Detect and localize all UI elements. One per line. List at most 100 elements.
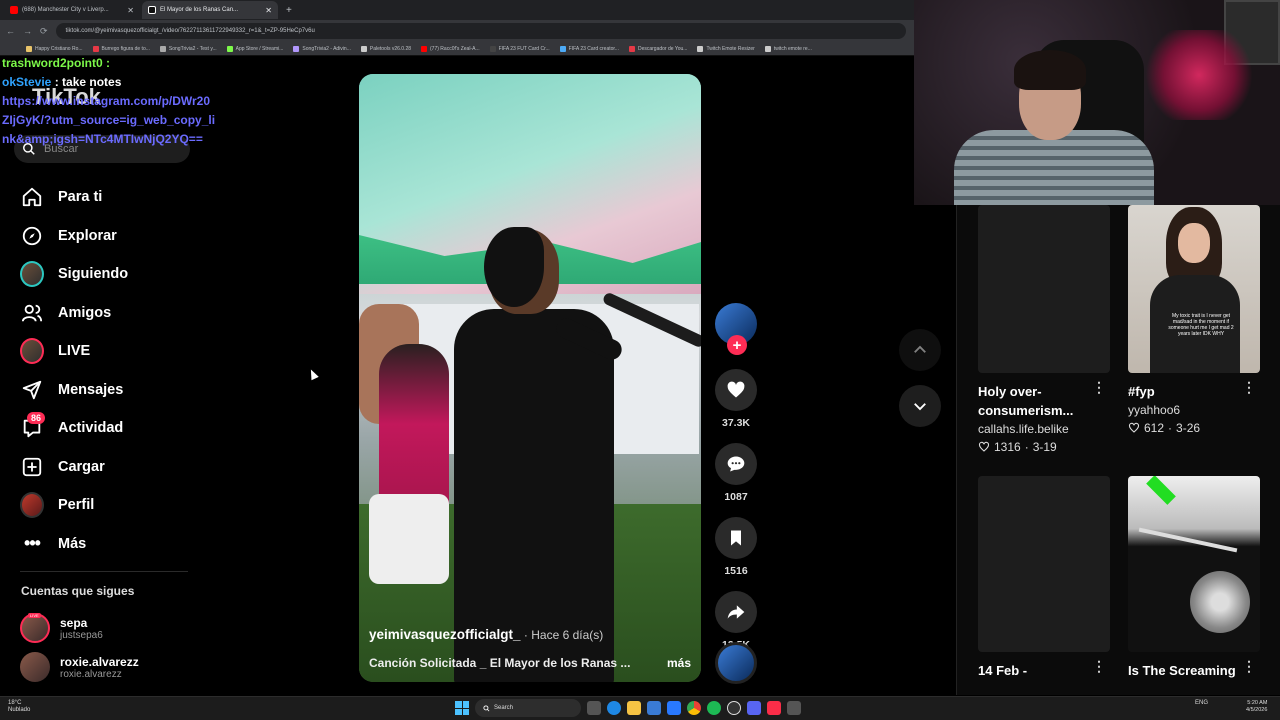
video-username[interactable]: yeimivasquezofficialgt_ (369, 627, 521, 642)
store-icon[interactable] (647, 701, 661, 715)
kebab-menu-icon[interactable]: ⋮ (1092, 658, 1106, 675)
video-thumbnail[interactable] (978, 476, 1110, 652)
previous-video-button[interactable] (899, 329, 941, 371)
app-icon[interactable] (787, 701, 801, 715)
close-icon[interactable]: ✕ (127, 6, 134, 15)
video-card[interactable]: ⋮ Is The Screaming (1128, 476, 1260, 680)
like-button[interactable] (715, 369, 757, 411)
share-button[interactable] (715, 591, 757, 633)
card-user[interactable]: yyahhoo6 (1128, 403, 1260, 417)
weather-widget[interactable]: 18°C Nublado (8, 700, 30, 714)
bookmark-item[interactable]: (77) Racc0f's Zeal-A... (421, 45, 480, 52)
sidebar-item-amigos[interactable]: Amigos (20, 294, 200, 333)
mail-icon[interactable] (667, 701, 681, 715)
new-tab-icon[interactable]: + (280, 5, 298, 16)
sidebar-item-cargar[interactable]: Cargar (20, 448, 200, 487)
account-name: roxie.alvarezz (60, 654, 139, 669)
video-thumbnail[interactable]: My toxic trait is I never get mad/sad in… (1128, 205, 1260, 373)
sidebar-item-para-ti[interactable]: Para ti (20, 178, 200, 217)
bookmark-item[interactable]: Paletools v26.0.28 (360, 45, 411, 52)
creator-avatar[interactable]: + (715, 303, 757, 355)
bookmark-favicon-icon (92, 45, 99, 52)
url-field[interactable]: tiktok.com/@yeimivasquezofficialgt_/vide… (55, 23, 906, 39)
like-count: 37.3K (721, 417, 751, 429)
video-actions: + 37.3K 1087 1516 13.5K (715, 303, 757, 665)
forward-icon[interactable]: → (23, 26, 32, 36)
taskbar-clock[interactable]: 5:20 AM 4/5/2026 (1246, 700, 1267, 714)
video-description: Canción Solicitada _ El Mayor de los Ran… (369, 656, 631, 670)
sidebar-item-mensajes[interactable]: Mensajes (20, 371, 200, 410)
sidebar-item-siguiendo[interactable]: Siguiendo (20, 255, 200, 294)
browser-tab-active[interactable]: El Mayor de los Ranas Can... ✕ (142, 1, 278, 19)
card-user[interactable]: callahs.life.belike (978, 422, 1110, 436)
card-likes: 1316 (994, 440, 1021, 454)
chat-username: trashword2point0 : (2, 56, 111, 70)
sidebar-item-perfil[interactable]: Perfil (20, 486, 200, 525)
music-disc[interactable] (715, 642, 757, 684)
close-icon[interactable]: ✕ (265, 6, 272, 15)
chevron-up-icon (914, 345, 926, 353)
bookmark-label: SongTrivia2 - Adivin... (302, 45, 351, 52)
screen: (688) Manchester City v Liverp... ✕ El M… (0, 0, 1280, 720)
music-app-icon[interactable] (767, 701, 781, 715)
card-meta: 1316 · 3-19 (978, 440, 1110, 454)
chrome-icon[interactable] (687, 701, 701, 715)
live-avatar-icon (20, 338, 44, 365)
bookmark-item[interactable]: FIFA 23 Card creator... (559, 45, 619, 52)
file-explorer-icon[interactable] (627, 701, 641, 715)
sidebar-item-label: Para ti (58, 189, 103, 206)
sidebar-item-mas[interactable]: ••• Más (20, 525, 200, 564)
edge-icon[interactable] (607, 701, 621, 715)
following-account[interactable]: roxie.alvarezz roxie.alvarezz (20, 652, 200, 682)
more-link[interactable]: más (667, 656, 691, 670)
bookmark-item[interactable]: twitch emote re... (764, 45, 812, 52)
clock-date: 4/5/2026 (1246, 707, 1268, 713)
video-card[interactable]: ⋮ Holy over-consumerism... callahs.life.… (978, 205, 1110, 454)
next-video-button[interactable] (899, 385, 941, 427)
kebab-menu-icon[interactable]: ⋮ (1242, 658, 1256, 675)
bookmark-favicon-icon (293, 45, 300, 52)
video-thumbnail[interactable] (1128, 476, 1260, 652)
card-likes: 612 (1144, 421, 1165, 435)
video-card[interactable]: My toxic trait is I never get mad/sad in… (1128, 205, 1260, 435)
bookmark-item[interactable]: Descargador de You... (628, 45, 687, 52)
comment-icon (727, 456, 745, 472)
windows-start-icon[interactable] (455, 701, 469, 715)
video-thumbnail[interactable] (978, 205, 1110, 373)
task-view-icon[interactable] (587, 701, 601, 715)
bookmark-item[interactable]: FIFA 23 FUT Card Cr... (489, 45, 550, 52)
heart-outline-icon (978, 441, 990, 452)
bookmark-item[interactable]: SongTrivia2 - Test y... (159, 45, 217, 52)
back-icon[interactable]: ← (6, 26, 15, 36)
sidebar-item-explorar[interactable]: Explorar (20, 217, 200, 256)
profile-avatar-icon (20, 492, 44, 519)
sidebar-item-live[interactable]: LIVE (20, 332, 200, 371)
bookmark-item[interactable]: Twitch Emote Resizer (697, 45, 755, 52)
avatar (20, 652, 50, 682)
discord-icon[interactable] (747, 701, 761, 715)
obs-icon[interactable] (727, 701, 741, 715)
kebab-menu-icon[interactable]: ⋮ (1092, 379, 1106, 396)
browser-tab[interactable]: (688) Manchester City v Liverp... ✕ (4, 1, 140, 19)
save-button[interactable] (715, 517, 757, 559)
video-player[interactable]: yeimivasquezofficialgt_ · Hace 6 día(s) … (359, 74, 701, 682)
sidebar-item-label: Amigos (58, 304, 112, 321)
follow-plus-button[interactable]: + (727, 335, 747, 355)
bookmark-item[interactable]: SongTrivia2 - Adivin... (293, 45, 351, 52)
spotify-icon[interactable] (707, 701, 721, 715)
reload-icon[interactable]: ⟳ (40, 26, 48, 37)
comment-button[interactable] (715, 443, 757, 485)
sidebar-item-actividad[interactable]: 86 Actividad (20, 409, 200, 448)
video-card[interactable]: ⋮ 14 Feb - (978, 476, 1110, 680)
following-account[interactable]: LIVE sepa justsepa6 (20, 613, 200, 643)
bookmark-item[interactable]: Burrego figura de to... (92, 45, 150, 52)
taskbar-search[interactable]: Search (475, 699, 581, 717)
bookmark-item[interactable]: App Store / Streami... (226, 45, 283, 52)
bookmark-favicon-icon (764, 45, 771, 52)
kebab-menu-icon[interactable]: ⋮ (1242, 379, 1256, 396)
bookmark-item[interactable]: Happy Cristiano Ro... (26, 45, 83, 52)
chat-link[interactable]: https://www.instagram.com/p/DWr20ZIjGyK/… (2, 92, 217, 149)
related-videos-panel: ⋮ Holy over-consumerism... callahs.life.… (956, 205, 1280, 695)
more-icon: ••• (24, 533, 41, 554)
tray-language[interactable]: ENG (1195, 700, 1208, 706)
